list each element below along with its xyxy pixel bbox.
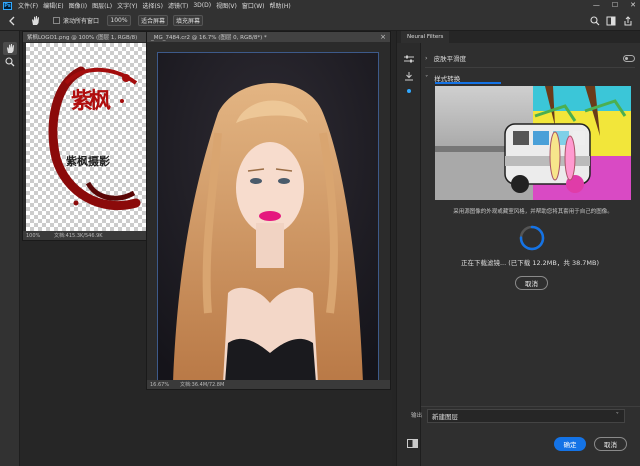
close-tab-icon[interactable]: × xyxy=(380,33,386,41)
filter-categories-sidebar xyxy=(397,43,421,466)
maximize-button[interactable]: ☐ xyxy=(612,1,618,9)
menu-select[interactable]: 选择(S) xyxy=(142,1,163,10)
chevron-down-icon: ˅ xyxy=(615,411,619,419)
zoom-level: 100% xyxy=(26,232,41,239)
filter-label: 皮肤平滑度 xyxy=(433,55,467,63)
sliders-icon[interactable] xyxy=(404,55,414,63)
logo-text: 紫枫摄影 xyxy=(66,155,110,168)
scroll-all-checkbox[interactable] xyxy=(53,17,60,24)
document-size: 文档:415.3K/546.9K xyxy=(54,233,103,239)
output-select[interactable]: 新建图层 ˅ xyxy=(427,409,625,423)
ok-button[interactable]: 确定 xyxy=(554,437,586,451)
menu-help[interactable]: 帮助(H) xyxy=(270,1,291,10)
menu-bar: Ps 文件(F) 编辑(E) 图像(I) 图层(L) 文字(Y) 选择(S) 滤… xyxy=(0,0,640,11)
menu-file[interactable]: 文件(F) xyxy=(18,1,38,10)
minimize-button[interactable]: — xyxy=(593,1,600,9)
cancel-download-button[interactable]: 取消 xyxy=(515,276,548,290)
photoshop-logo: Ps xyxy=(3,1,12,10)
document-area: 紫枫LOGO1.png @ 100% (图层 1, RGB/8) 紫枫 紫枫摄影… xyxy=(20,31,392,466)
tools-panel xyxy=(0,31,20,466)
menu-window[interactable]: 窗口(W) xyxy=(242,1,265,10)
menu-type[interactable]: 文字(Y) xyxy=(117,1,137,10)
tab-neural-filters[interactable]: Neural Filters xyxy=(401,31,450,43)
divider xyxy=(421,406,640,407)
fit-screen-button[interactable]: 适合屏幕 xyxy=(138,15,168,26)
scroll-all-label: 滚动所有窗口 xyxy=(63,18,100,25)
cancel-button[interactable]: 取消 xyxy=(594,437,627,451)
hand-tool-icon[interactable] xyxy=(30,15,40,26)
hand-tool-button[interactable] xyxy=(3,42,17,55)
panel-tabs: Neural Filters xyxy=(397,31,640,43)
photo-canvas[interactable] xyxy=(157,52,379,382)
filter-progress-indicator xyxy=(435,82,501,84)
compare-icon[interactable] xyxy=(407,439,418,448)
document-title: 紫枫LOGO1.png @ 100% (图层 1, RGB/8) xyxy=(27,35,138,41)
filter-description: 采用源图像的外观或藏室风格，并帮助您将其套用于自己的图像。 xyxy=(453,209,613,215)
menu-view[interactable]: 视图(V) xyxy=(216,1,237,10)
logo-canvas[interactable]: 紫枫 紫枫摄影 xyxy=(26,43,147,233)
hand-icon xyxy=(7,44,14,53)
close-button[interactable]: ✕ xyxy=(630,1,636,9)
menu-3d[interactable]: 3D(D) xyxy=(193,2,211,9)
workspace-icon[interactable] xyxy=(606,16,616,26)
document-status-bar: 16.67% 文档:36.4M/72.8M xyxy=(147,380,390,389)
menu-layer[interactable]: 图层(L) xyxy=(92,1,112,10)
divider xyxy=(425,67,635,68)
zoom-level: 16.67% xyxy=(150,381,170,388)
output-label: 输出 xyxy=(411,413,423,419)
filter-skin-smoothing[interactable]: › 皮肤平滑度 xyxy=(425,51,635,65)
chevron-down-icon[interactable]: ˅ xyxy=(425,74,428,82)
document-status-bar: 100% 文档:415.3K/546.9K xyxy=(23,231,147,240)
zoom-100-button[interactable]: 100% xyxy=(107,15,131,26)
document-tab-logo[interactable]: 紫枫LOGO1.png @ 100% (图层 1, RGB/8) xyxy=(23,32,147,42)
download-status: 正在下载滤镜... (已下载 12.2MB，共 38.7MB) xyxy=(460,259,600,267)
logo-artwork xyxy=(48,66,141,211)
zoom-tool-icon[interactable] xyxy=(5,57,15,67)
skin-smoothing-toggle[interactable] xyxy=(623,55,635,62)
output-selected-value: 新建图层 xyxy=(432,413,458,421)
chevron-right-icon[interactable]: › xyxy=(425,54,428,62)
active-category-dot xyxy=(407,89,411,93)
document-window-photo[interactable]: _MG_7484.cr2 @ 16.7% (图层 0, RGB/8*) * × xyxy=(146,31,391,390)
toggle-knob xyxy=(625,57,628,60)
fill-screen-button[interactable]: 填充屏幕 xyxy=(173,15,203,26)
logo-big-char: 紫枫 xyxy=(71,88,111,114)
home-icon[interactable] xyxy=(8,16,18,26)
options-bar: 滚动所有窗口 100% 适合屏幕 填充屏幕 xyxy=(0,11,640,31)
document-window-logo[interactable]: 紫枫LOGO1.png @ 100% (图层 1, RGB/8) 紫枫 紫枫摄影… xyxy=(22,31,148,241)
loading-spinner-icon xyxy=(519,225,545,251)
document-size: 文档:36.4M/72.8M xyxy=(180,382,225,388)
preview-image xyxy=(435,86,631,200)
share-icon[interactable] xyxy=(623,16,633,26)
menu-edit[interactable]: 编辑(E) xyxy=(43,1,63,10)
neural-filters-panel: Neural Filters › 皮肤平滑度 ˅ 样式转换 采用源图像的外观或藏… xyxy=(396,31,640,466)
search-icon[interactable] xyxy=(590,16,600,26)
menu-image[interactable]: 图像(I) xyxy=(69,1,87,10)
document-tab-photo[interactable]: _MG_7484.cr2 @ 16.7% (图层 0, RGB/8*) * × xyxy=(147,32,390,42)
document-title: _MG_7484.cr2 @ 16.7% (图层 0, RGB/8*) * xyxy=(151,35,267,41)
download-filters-icon[interactable] xyxy=(404,72,414,81)
portrait-photo xyxy=(158,53,378,381)
menu-filter[interactable]: 滤镜(T) xyxy=(168,1,188,10)
style-transfer-preview xyxy=(435,86,631,200)
